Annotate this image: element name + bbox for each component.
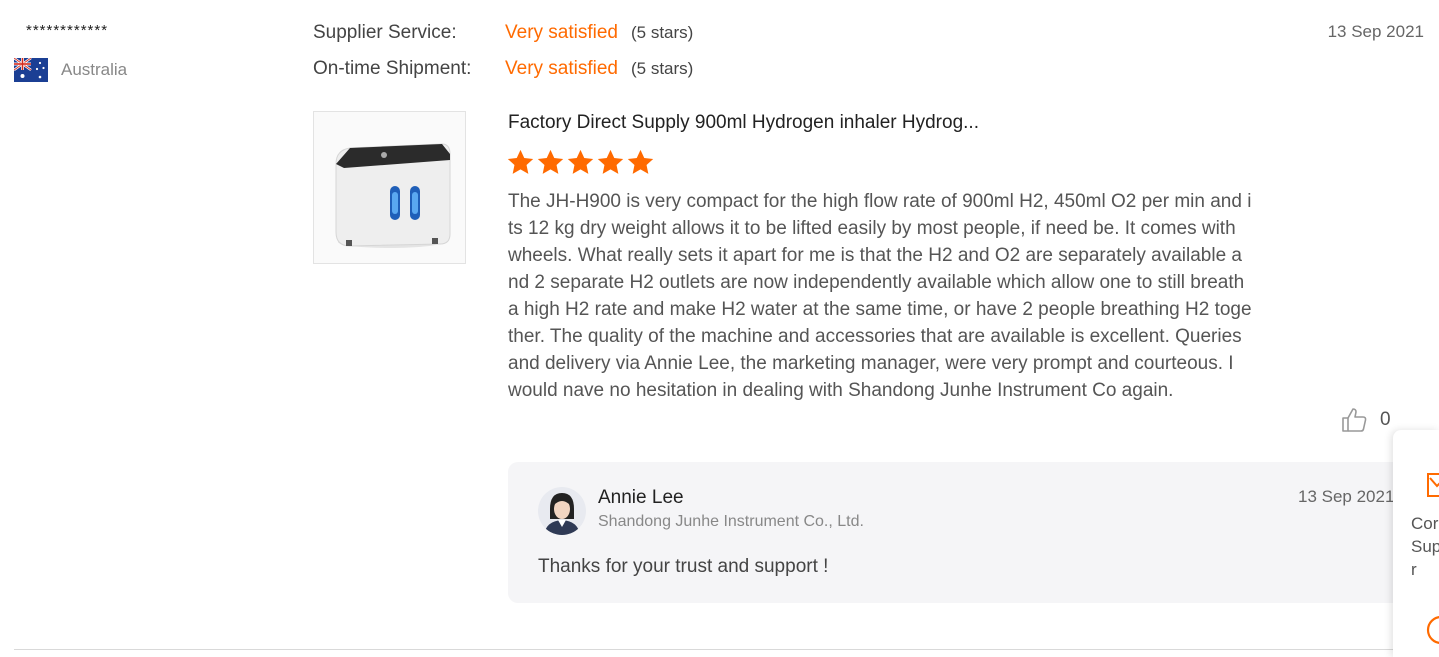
rating-value: Very satisfied [505, 58, 618, 79]
rating-row-on-time-shipment: On-time Shipment: Very satisfied (5 star… [313, 58, 693, 80]
reviewer-name: ************ [26, 22, 109, 39]
reply-date: 13 Sep 2021 [1298, 487, 1395, 506]
clock-icon[interactable] [1425, 612, 1439, 646]
review-date: 13 Sep 2021 [1327, 22, 1424, 41]
thumbs-up-icon [1342, 408, 1367, 432]
country-label: Australia [61, 60, 128, 79]
australia-flag-icon [14, 58, 48, 82]
supplier-reply [508, 462, 1403, 603]
reply-company: Shandong Junhe Instrument Co., Ltd. [598, 513, 864, 530]
star-icon [507, 149, 534, 174]
rating-star-count: (5 stars) [631, 59, 694, 78]
avatar [538, 487, 586, 535]
rating-label: Supplier Service: [313, 22, 457, 43]
reply-author-name: Annie Lee [598, 487, 684, 508]
review-stars [506, 148, 655, 177]
star-icon [597, 149, 624, 174]
hydrogen-inhaler-image [314, 112, 465, 263]
message-icon[interactable] [1425, 470, 1439, 500]
rating-star-count: (5 stars) [631, 23, 694, 42]
reply-text: Thanks for your trust and support ! [538, 556, 829, 577]
product-title-link[interactable]: Factory Direct Supply 900ml Hydrogen inh… [508, 112, 979, 134]
rating-row-supplier-service: Supplier Service: Very satisfied (5 star… [313, 22, 693, 44]
side-panel-label[interactable]: Cor Sup r [1411, 512, 1439, 581]
star-icon [627, 149, 654, 174]
like-button[interactable]: 0 [1340, 406, 1391, 434]
rating-label: On-time Shipment: [313, 58, 472, 79]
rating-value: Very satisfied [505, 22, 618, 43]
star-icon [537, 149, 564, 174]
star-icon [567, 149, 594, 174]
review-text: The JH-H900 is very compact for the high… [508, 191, 1252, 401]
like-count: 0 [1380, 409, 1391, 430]
product-thumbnail[interactable] [313, 111, 466, 264]
divider [14, 649, 1424, 650]
reviewer-country: Australia [14, 58, 127, 82]
